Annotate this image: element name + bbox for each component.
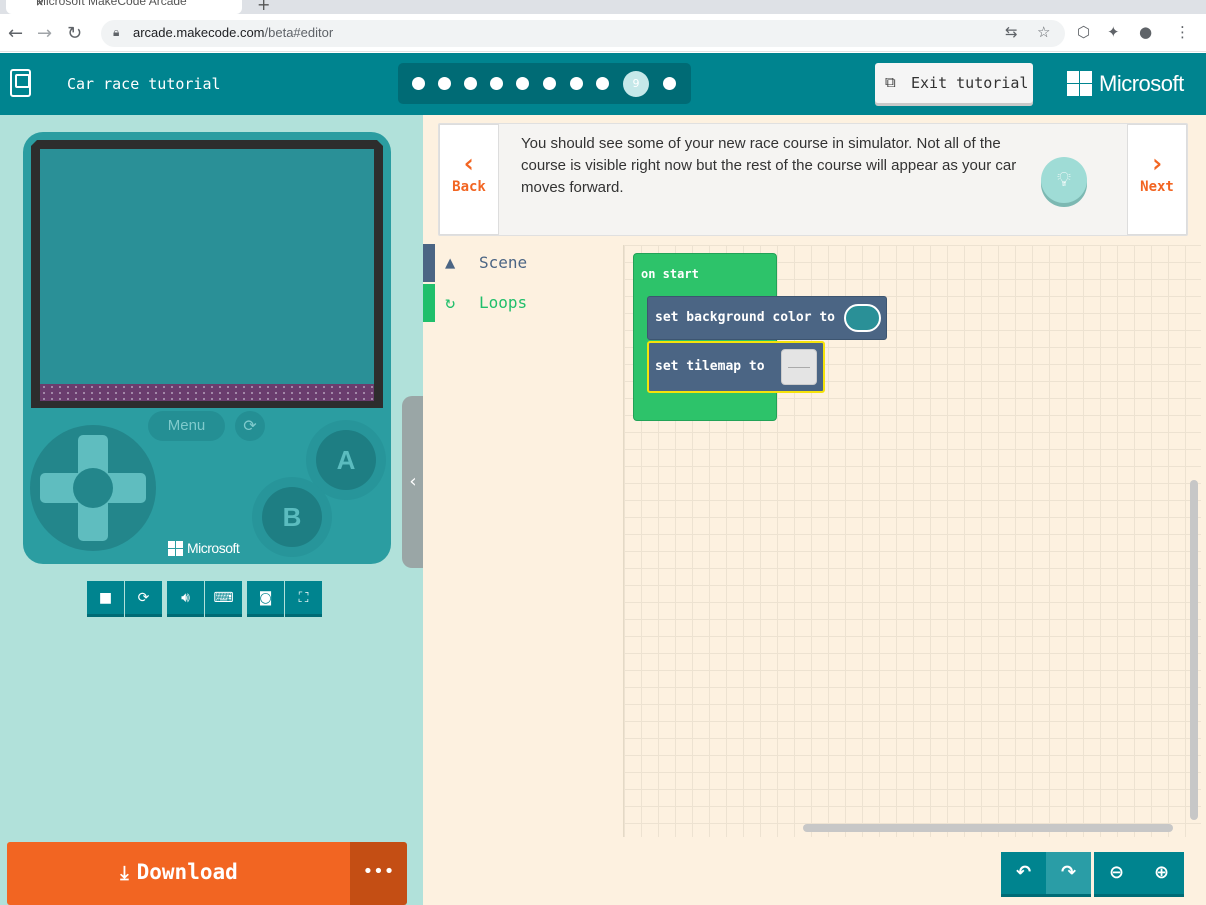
set-background-color-block[interactable]: set background color to <box>647 296 887 340</box>
step-dot[interactable] <box>438 77 451 90</box>
on-start-label: on start <box>641 267 699 281</box>
restart-icon[interactable]: ⟳ <box>125 581 162 617</box>
profile-icon[interactable]: ● <box>1139 23 1152 41</box>
menu-button[interactable]: Menu <box>148 411 225 441</box>
url-text: arcade.makecode.com/beta#editor <box>133 25 334 40</box>
redo-icon[interactable]: ↷ <box>1046 852 1091 897</box>
fullscreen-icon[interactable]: ⛶ <box>285 581 322 617</box>
dpad[interactable] <box>30 425 156 551</box>
stop-icon[interactable]: ■ <box>87 581 124 617</box>
step-dot-current[interactable]: 9 <box>623 71 649 97</box>
next-label: Next <box>1140 179 1174 195</box>
back-label: Back <box>452 179 486 195</box>
collapse-simulator-chevron-icon[interactable]: ‹ <box>402 396 424 568</box>
external-link-icon: ⧉ <box>885 73 896 91</box>
editor-header: Car race tutorial 9 ⧉ Exit tutorial Micr… <box>0 53 1206 115</box>
block-toolbox: ▲ Scene ↻ Loops <box>423 240 622 905</box>
simulator-panel: Menu ⟳ A B Microsoft ■ ⟳ 🔊︎ ⌨ ◙ ⛶ ‹ ⤓ Dow… <box>0 115 424 905</box>
game-screen[interactable] <box>40 149 374 401</box>
tutorial-step-indicator: 9 <box>398 63 691 104</box>
toolbox-category-loops[interactable]: ↻ Loops <box>423 284 622 322</box>
chevron-right-icon: › <box>1149 149 1165 179</box>
microsoft-wordmark: Microsoft <box>1099 71 1184 96</box>
screenshot-camera-icon[interactable]: ◙ <box>247 581 284 617</box>
step-dot[interactable] <box>464 77 477 90</box>
step-dot[interactable] <box>596 77 609 90</box>
download-button[interactable]: ⤓ Download <box>7 842 351 905</box>
step-dot[interactable] <box>412 77 425 90</box>
download-icon: ⤓ <box>120 862 129 884</box>
address-bar[interactable]: 🔒︎ arcade.makecode.com/beta#editor <box>101 20 1065 47</box>
more-options-button[interactable]: ••• <box>350 842 407 905</box>
toolbox-category-scene[interactable]: ▲ Scene <box>423 244 622 282</box>
set-background-label: set background color to <box>655 310 836 325</box>
chevron-left-icon: ‹ <box>461 149 477 179</box>
extensions-puzzle-icon[interactable]: ✦ <box>1107 23 1120 41</box>
a-button[interactable]: A <box>316 430 376 490</box>
toolbox-category-label: Scene <box>479 253 528 272</box>
b-button-ring: B <box>252 477 332 557</box>
step-dot[interactable] <box>543 77 556 90</box>
loop-icon: ↻ <box>445 293 456 313</box>
next-step-button[interactable]: › Next <box>1127 124 1187 235</box>
game-screen-frame <box>31 140 383 408</box>
exit-tutorial-label: Exit tutorial <box>911 74 1029 92</box>
step-dot[interactable] <box>516 77 529 90</box>
workspace-vertical-scrollbar[interactable] <box>1190 480 1198 820</box>
color-picker-field[interactable] <box>844 304 881 332</box>
keyboard-icon[interactable]: ⌨ <box>205 581 242 617</box>
game-console: Menu ⟳ A B Microsoft <box>23 132 391 564</box>
back-step-button[interactable]: ‹ Back <box>439 124 499 235</box>
set-tilemap-label: set tilemap to <box>655 359 765 374</box>
sound-icon[interactable]: 🔊︎ <box>167 581 204 617</box>
tutorial-instructions: ‹ Back You should see some of your new r… <box>438 123 1188 236</box>
zoom-in-icon[interactable]: ⊕ <box>1139 852 1184 897</box>
tilemap-editor-field[interactable] <box>781 349 817 385</box>
workspace-horizontal-scrollbar[interactable] <box>803 824 1173 832</box>
forward-arrow-icon[interactable]: → <box>37 23 52 44</box>
instruction-text: You should see some of your new race cou… <box>521 135 1017 196</box>
browser-tab-strip: Microsoft MakeCode Arcade × + <box>0 0 1206 14</box>
editor-area: ‹ Back You should see some of your new r… <box>423 115 1206 905</box>
tree-icon: ▲ <box>445 253 456 273</box>
translate-icon[interactable]: ⇆ <box>1005 23 1018 41</box>
toolbox-category-label: Loops <box>479 293 528 312</box>
new-tab-icon[interactable]: + <box>257 0 270 14</box>
undo-icon[interactable]: ↶ <box>1001 852 1046 897</box>
lock-icon: 🔒︎ <box>113 25 120 39</box>
exit-tutorial-button[interactable]: ⧉ Exit tutorial <box>875 63 1033 103</box>
browser-toolbar: ← → ↻ 🔒︎ arcade.makecode.com/beta#editor… <box>0 14 1206 52</box>
extension-shield-icon[interactable]: ⬡ <box>1077 23 1090 41</box>
close-tab-icon[interactable]: × <box>36 0 230 10</box>
browser-tab[interactable]: Microsoft MakeCode Arcade × <box>6 0 242 14</box>
reload-icon[interactable]: ↻ <box>67 23 82 44</box>
lightbulb-hint-icon[interactable]: 💡︎ <box>1041 157 1087 203</box>
zoom-out-icon[interactable]: ⊖ <box>1094 852 1139 897</box>
download-label: Download <box>136 860 238 884</box>
step-dot[interactable] <box>490 77 503 90</box>
step-dot[interactable] <box>570 77 583 90</box>
back-arrow-icon[interactable]: ← <box>8 23 23 44</box>
b-button[interactable]: B <box>262 487 322 547</box>
arcade-logo-icon[interactable] <box>10 69 31 97</box>
set-tilemap-block[interactable]: set tilemap to <box>647 341 825 393</box>
browser-menu-icon[interactable]: ⋮ <box>1175 23 1190 41</box>
tutorial-title: Car race tutorial <box>67 75 221 93</box>
bookmark-star-icon[interactable]: ☆ <box>1037 23 1050 41</box>
console-reset-icon[interactable]: ⟳ <box>235 411 265 441</box>
step-dot[interactable] <box>663 77 676 90</box>
race-track-tiles <box>40 384 374 401</box>
